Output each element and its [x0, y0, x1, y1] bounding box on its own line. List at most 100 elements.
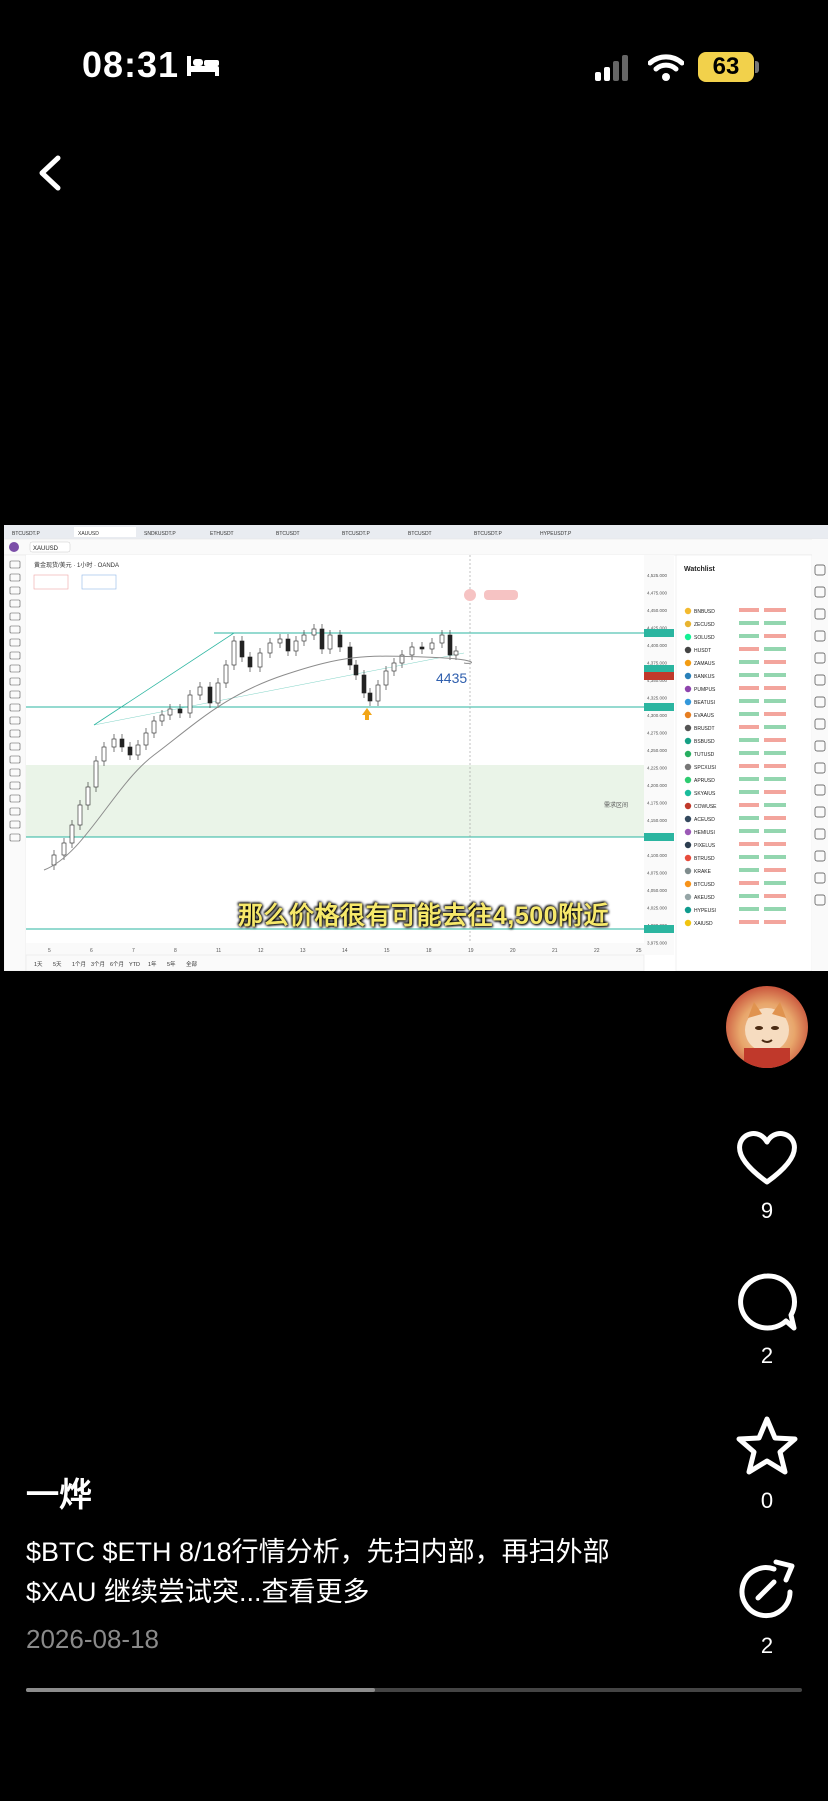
back-button[interactable]	[30, 150, 70, 196]
watchlist-pct-bar	[764, 816, 786, 820]
watchlist-change-bar	[739, 725, 759, 729]
watchlist-symbol: HUSDT	[694, 648, 711, 654]
price-tick-label: 4,225.000	[647, 766, 668, 771]
watchlist-pct-bar	[764, 673, 786, 677]
battery-level: 63	[698, 52, 754, 82]
watchlist-change-bar	[739, 673, 759, 677]
price-tick-label: 4,450.000	[647, 608, 668, 613]
candle-body	[187, 694, 193, 714]
candle-body	[375, 684, 381, 702]
candle-body	[447, 634, 453, 656]
coin-icon	[684, 711, 692, 719]
watchlist-symbol: KRAKE	[694, 869, 712, 875]
watchlist-pct-bar	[764, 842, 786, 846]
candle-body	[409, 646, 415, 656]
watchlist-pct-bar	[764, 855, 786, 859]
zone-label: 需求区间	[604, 801, 628, 809]
watchlist-symbol: SPCXUSI	[694, 765, 716, 771]
coin-icon	[684, 815, 692, 823]
like-heart-icon[interactable]	[734, 1124, 800, 1190]
coin-icon	[684, 828, 692, 836]
date-tick-label: 21	[552, 948, 558, 954]
author-name[interactable]: 一烨	[26, 1468, 92, 1516]
timeframe-button: 1年	[148, 960, 157, 968]
watchlist-pct-bar	[764, 881, 786, 885]
timeframe-bar: 1天 5天 1个月 3个月 6个月 YTD 1年 5年 全部	[34, 960, 198, 968]
chart-tab-label: XAUUSD	[78, 531, 99, 537]
price-tick-label: 4,075.000	[647, 871, 668, 876]
watchlist-symbol: APRUSD	[694, 778, 715, 784]
watchlist-symbol: BTCUSD	[694, 882, 715, 888]
watchlist-symbol: BNBUSD	[694, 609, 715, 615]
date-tick-label: 18	[426, 948, 432, 954]
candle-body	[167, 708, 173, 716]
watchlist-change-bar	[739, 816, 759, 820]
price-tick-label: 4,275.000	[647, 731, 668, 736]
date-tick-label: 7	[132, 948, 135, 954]
candle-body	[77, 804, 83, 826]
date-tick-label: 5	[48, 948, 51, 954]
candle-body	[383, 670, 389, 686]
watchlist-pct-bar	[764, 725, 786, 729]
watchlist-pct-bar	[764, 868, 786, 872]
target-price-label: 4435	[436, 670, 467, 686]
like-count: 9	[760, 1198, 774, 1223]
price-tick-label: 4,300.000	[647, 713, 668, 718]
comment-bubble-icon[interactable]	[734, 1270, 800, 1336]
candle-body	[119, 738, 125, 748]
watchlist-pct-bar	[764, 751, 786, 755]
candle-body	[347, 646, 353, 666]
timeframe-button: 全部	[186, 960, 198, 968]
watchlist-change-bar	[739, 829, 759, 833]
candle-body	[327, 634, 333, 650]
coin-icon	[684, 880, 692, 888]
chart-tab-label: SNDKUSDT.P	[144, 531, 176, 537]
favorite-star-icon[interactable]	[734, 1414, 800, 1480]
watchlist-symbol: TUTUSD	[694, 752, 715, 758]
coin-icon	[684, 607, 692, 615]
date-tick-label: 19	[468, 948, 474, 954]
candle-body	[247, 656, 253, 668]
timeframe-button: YTD	[129, 962, 140, 968]
watchlist-change-bar	[739, 751, 759, 755]
watchlist-pct-bar	[764, 894, 786, 898]
watchlist-change-bar	[739, 894, 759, 898]
candle-body	[69, 824, 75, 844]
candle-body	[151, 720, 157, 734]
watchlist-change-bar	[739, 777, 759, 781]
share-count: 2	[760, 1633, 774, 1658]
share-icon[interactable]	[734, 1558, 800, 1624]
author-avatar[interactable]	[726, 986, 808, 1068]
watchlist-change-bar	[739, 608, 759, 612]
watchlist-symbol: ACEUSD	[694, 817, 715, 823]
video-progress-bar[interactable]	[26, 1688, 802, 1692]
watchlist-change-bar	[739, 634, 759, 638]
watchlist-symbol: HEMIUSI	[694, 830, 715, 836]
coin-icon	[684, 867, 692, 875]
watchlist-change-bar	[739, 764, 759, 768]
watchlist-pct-bar	[764, 686, 786, 690]
watchlist-pct-bar	[764, 790, 786, 794]
watchlist-change-bar	[739, 621, 759, 625]
date-tick-label: 13	[300, 948, 306, 954]
price-tick-label: 4,325.000	[647, 696, 668, 701]
coin-icon	[684, 750, 692, 758]
candle-body	[51, 854, 57, 866]
candle-body	[353, 664, 359, 676]
watchlist-change-bar	[739, 712, 759, 716]
date-tick-label: 6	[90, 948, 93, 954]
favorite-count: 0	[760, 1488, 774, 1513]
coin-icon	[684, 724, 692, 732]
chart-tab-label: BTCUSDT.P	[474, 531, 502, 537]
candle-body	[143, 732, 149, 746]
coin-icon	[684, 672, 692, 680]
candle-body	[127, 746, 133, 756]
watchlist-change-bar	[739, 790, 759, 794]
coin-icon	[684, 841, 692, 849]
caption-line-2[interactable]: $XAU 继续尝试突...查看更多	[26, 1570, 370, 1609]
candle-body	[439, 634, 445, 644]
timeframe-button: 5天	[53, 961, 62, 968]
date-tick-label: 11	[216, 948, 221, 954]
watchlist-pct-bar	[764, 699, 786, 703]
status-time: 08:31	[82, 44, 180, 85]
